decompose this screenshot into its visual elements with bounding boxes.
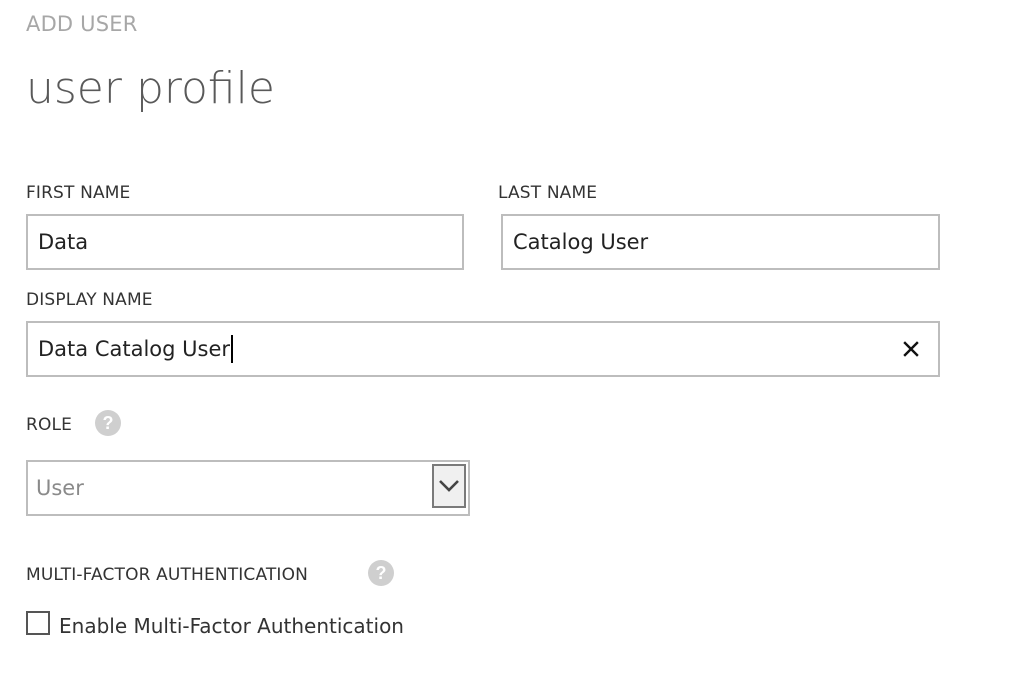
- display-name-value: Data Catalog User: [38, 337, 231, 361]
- mfa-checkbox-label[interactable]: Enable Multi-Factor Authentication: [59, 613, 404, 639]
- text-caret: [231, 335, 234, 363]
- first-name-label: FIRST NAME: [26, 183, 131, 203]
- display-name-input[interactable]: Data Catalog User: [26, 321, 940, 377]
- mfa-checkbox[interactable]: [26, 611, 50, 635]
- role-select[interactable]: User: [26, 460, 470, 516]
- mfa-help-icon[interactable]: ?: [368, 560, 394, 586]
- display-name-label: DISPLAY NAME: [26, 290, 153, 310]
- role-help-icon[interactable]: ?: [95, 410, 121, 436]
- chevron-down-icon: [439, 480, 459, 492]
- page-subtitle: ADD USER: [26, 12, 138, 36]
- role-selected-value: User: [36, 476, 84, 500]
- last-name-value: Catalog User: [513, 230, 649, 254]
- help-icon-glyph: ?: [375, 563, 387, 583]
- close-icon: [903, 341, 919, 357]
- select-arrow-button[interactable]: [432, 464, 466, 508]
- role-label: ROLE: [26, 415, 73, 435]
- first-name-input[interactable]: Data: [26, 214, 464, 270]
- last-name-label: LAST NAME: [498, 183, 598, 203]
- first-name-value: Data: [38, 230, 89, 254]
- help-icon-glyph: ?: [102, 413, 114, 433]
- mfa-label: MULTI-FACTOR AUTHENTICATION: [26, 565, 308, 585]
- clear-button[interactable]: [898, 336, 924, 362]
- page-title: user profile: [26, 63, 275, 114]
- last-name-input[interactable]: Catalog User: [501, 214, 940, 270]
